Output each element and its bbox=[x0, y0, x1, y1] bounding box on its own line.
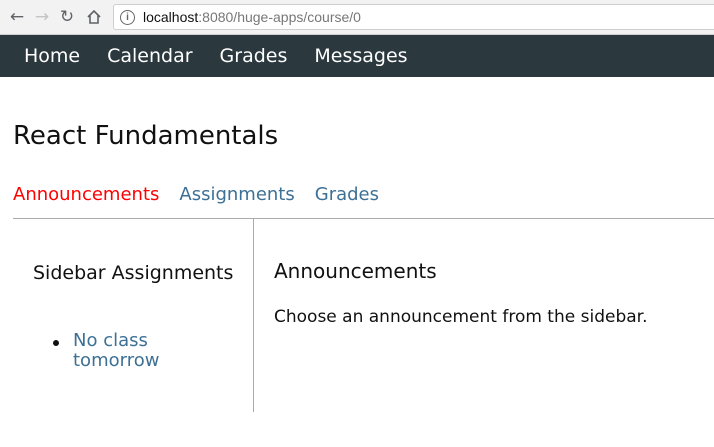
sidebar-list: No class tomorrow bbox=[53, 331, 193, 371]
nav-item-home[interactable]: Home bbox=[24, 45, 80, 67]
nav-item-messages[interactable]: Messages bbox=[314, 45, 407, 67]
bullet-icon bbox=[53, 340, 59, 346]
nav-item-grades[interactable]: Grades bbox=[220, 45, 288, 67]
sidebar: Sidebar Assignments No class tomorrow bbox=[13, 219, 254, 412]
home-icon[interactable] bbox=[83, 6, 105, 28]
tab-announcements[interactable]: Announcements bbox=[13, 184, 159, 205]
browser-toolbar: ← → ↻ i localhost:8080/huge-apps/course/… bbox=[0, 0, 714, 35]
url-path: :8080/huge-apps/course/0 bbox=[198, 9, 361, 25]
nav-item-calendar[interactable]: Calendar bbox=[107, 45, 192, 67]
url-host: localhost bbox=[143, 9, 199, 25]
sidebar-item-no-class-tomorrow[interactable]: No class tomorrow bbox=[73, 331, 193, 371]
forward-arrow-icon[interactable]: → bbox=[31, 6, 53, 28]
list-item: No class tomorrow bbox=[53, 331, 193, 371]
main-heading: Announcements bbox=[274, 259, 437, 283]
address-bar[interactable]: i localhost:8080/huge-apps/course/0 bbox=[113, 4, 714, 30]
back-arrow-icon[interactable]: ← bbox=[6, 6, 28, 28]
info-icon[interactable]: i bbox=[120, 9, 135, 25]
sidebar-heading: Sidebar Assignments bbox=[33, 262, 234, 284]
course-title: React Fundamentals bbox=[13, 121, 279, 151]
tab-assignments[interactable]: Assignments bbox=[179, 184, 294, 205]
tab-grades[interactable]: Grades bbox=[315, 184, 379, 205]
course-tabs: Announcements Assignments Grades bbox=[13, 184, 399, 205]
reload-icon[interactable]: ↻ bbox=[56, 6, 78, 28]
main-text: Choose an announcement from the sidebar. bbox=[274, 307, 648, 327]
top-nav: Home Calendar Grades Messages bbox=[0, 35, 714, 77]
